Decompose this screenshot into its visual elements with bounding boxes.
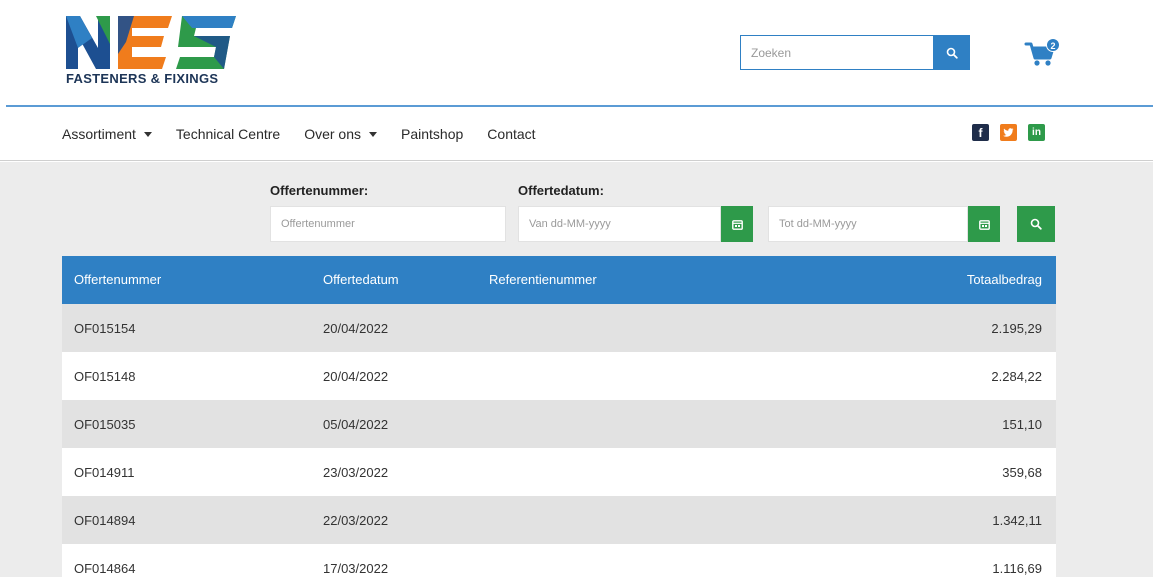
- table-row[interactable]: OF014894 22/03/2022 1.342,11: [62, 496, 1056, 544]
- cell-total: 1.342,11: [992, 513, 1042, 528]
- search-input[interactable]: [740, 35, 933, 70]
- offer-number-input[interactable]: [270, 206, 506, 242]
- cell-offer-date: 05/04/2022: [323, 417, 389, 432]
- nav-item-over-ons[interactable]: Over ons: [304, 126, 378, 142]
- table-row[interactable]: OF015154 20/04/2022 2.195,29: [62, 304, 1056, 352]
- cell-offer-date: 20/04/2022: [323, 369, 389, 384]
- linkedin-icon[interactable]: in: [1028, 124, 1045, 141]
- table-row[interactable]: OF015148 20/04/2022 2.284,22: [62, 352, 1056, 400]
- facebook-icon[interactable]: f: [972, 124, 989, 141]
- column-header-total[interactable]: Totaalbedrag: [967, 272, 1042, 287]
- cell-offer-date: 23/03/2022: [323, 465, 389, 480]
- cell-offer-number[interactable]: OF014864: [74, 561, 135, 576]
- cart-button[interactable]: 2: [1024, 36, 1064, 70]
- table-header: Offertenummer Offertedatum Referentienum…: [62, 256, 1056, 304]
- search-icon: [946, 47, 958, 59]
- cell-total: 2.195,29: [991, 321, 1042, 336]
- cell-offer-number[interactable]: OF014894: [74, 513, 135, 528]
- table-row[interactable]: OF015035 05/04/2022 151,10: [62, 400, 1056, 448]
- logo-subtitle: FASTENERS & FIXINGS: [66, 71, 219, 86]
- twitter-bird-glyph: [1003, 128, 1014, 137]
- search-icon: [1030, 218, 1042, 230]
- column-header-offer-date[interactable]: Offertedatum: [323, 272, 399, 287]
- main-navigation: Assortiment Technical Centre Over ons Pa…: [0, 107, 1153, 161]
- cell-offer-number[interactable]: OF015035: [74, 417, 135, 432]
- nes-logo[interactable]: FASTENERS & FIXINGS: [64, 14, 239, 88]
- calendar-icon: [978, 219, 990, 230]
- cart-count-badge: 2: [1046, 38, 1060, 52]
- date-from-input[interactable]: [518, 206, 721, 242]
- nav-item-contact[interactable]: Contact: [487, 126, 535, 142]
- nav-item-technical-centre[interactable]: Technical Centre: [176, 126, 280, 142]
- cell-total: 151,10: [1002, 417, 1042, 432]
- date-to-calendar-button[interactable]: [968, 206, 1000, 242]
- nav-item-label: Paintshop: [401, 126, 464, 142]
- column-header-offer-number[interactable]: Offertenummer: [74, 272, 161, 287]
- date-from-calendar-button[interactable]: [721, 206, 753, 242]
- caret-down-icon: [369, 131, 378, 137]
- filter-search-button[interactable]: [1017, 206, 1055, 242]
- column-header-reference[interactable]: Referentienummer: [489, 272, 597, 287]
- cell-offer-date: 20/04/2022: [323, 321, 389, 336]
- date-to-input[interactable]: [768, 206, 968, 242]
- table-row[interactable]: OF014911 23/03/2022 359,68: [62, 448, 1056, 496]
- nes-logo-mark: [66, 16, 236, 69]
- cell-offer-number[interactable]: OF015154: [74, 321, 135, 336]
- nav-menu: Assortiment Technical Centre Over ons Pa…: [62, 126, 560, 142]
- cell-total: 1.116,69: [992, 561, 1042, 576]
- cell-total: 359,68: [1002, 465, 1042, 480]
- nav-item-paintshop[interactable]: Paintshop: [401, 126, 463, 142]
- cell-offer-date: 17/03/2022: [323, 561, 389, 576]
- cell-offer-date: 22/03/2022: [323, 513, 389, 528]
- nav-item-label: Over ons: [304, 126, 362, 142]
- search-bar: [740, 35, 970, 70]
- nav-item-label: Contact: [487, 126, 536, 142]
- nav-item-label: Technical Centre: [175, 126, 281, 142]
- offers-table: Offertenummer Offertedatum Referentienum…: [62, 256, 1056, 577]
- nav-item-label: Assortiment: [62, 126, 136, 142]
- caret-down-icon: [143, 131, 152, 137]
- nav-item-assortiment[interactable]: Assortiment: [62, 126, 152, 142]
- cell-offer-number[interactable]: OF014911: [74, 465, 134, 480]
- calendar-icon: [731, 219, 743, 230]
- cell-offer-number[interactable]: OF015148: [74, 369, 135, 384]
- social-links: f in: [972, 124, 1045, 141]
- table-row[interactable]: OF014864 17/03/2022 1.116,69: [62, 544, 1056, 577]
- offer-date-label: Offertedatum:: [518, 183, 604, 198]
- offer-number-label: Offertenummer:: [270, 183, 369, 198]
- site-header: FASTENERS & FIXINGS 2: [0, 0, 1153, 106]
- twitter-icon[interactable]: [1000, 124, 1017, 141]
- search-button[interactable]: [933, 35, 970, 70]
- cell-total: 2.284,22: [991, 369, 1042, 384]
